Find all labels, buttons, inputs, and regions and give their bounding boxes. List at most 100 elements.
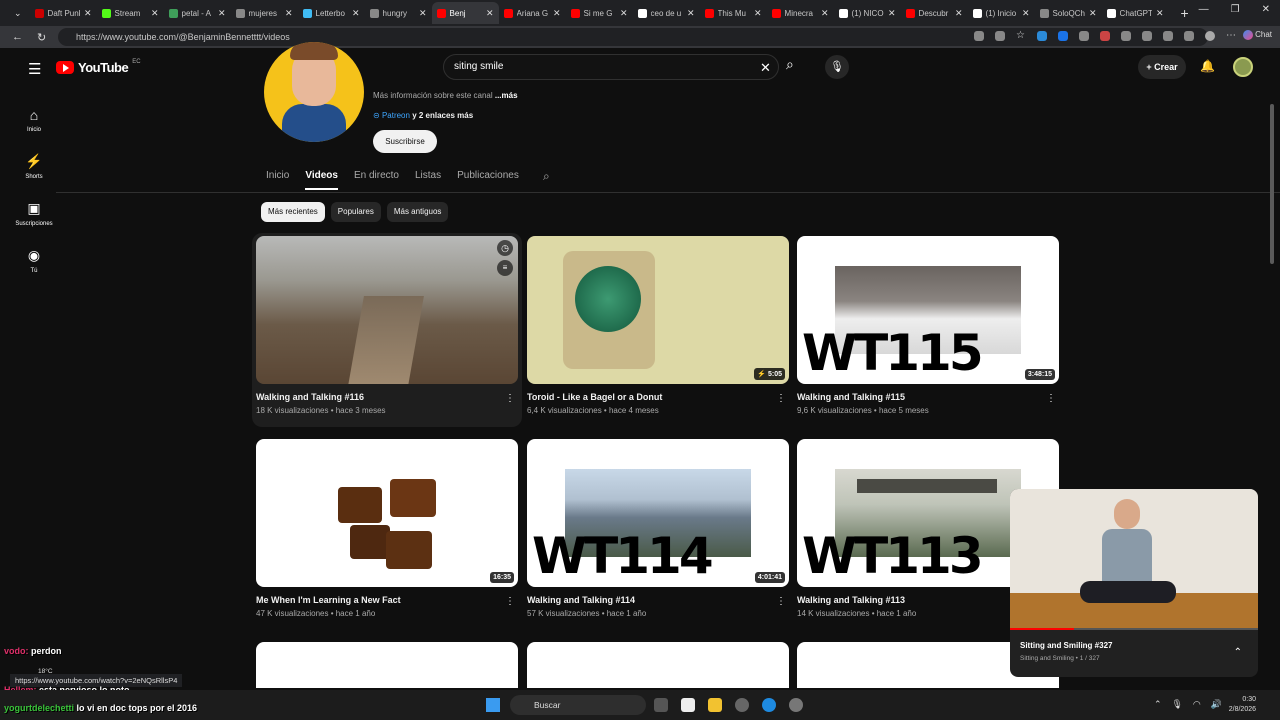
browser-tab[interactable]: SoloQCh ✕ (1035, 2, 1102, 24)
close-tab-icon[interactable]: ✕ (821, 8, 829, 19)
bookmark-star-icon[interactable]: ☆ (1016, 31, 1026, 41)
mic-tray-icon[interactable]: 🎙 (1171, 699, 1182, 710)
close-window-icon[interactable]: ✕ (1262, 4, 1270, 15)
tray-chevron-icon[interactable]: ⌃ (1154, 699, 1162, 710)
menu-icon[interactable]: ☰ (28, 60, 41, 78)
search-box[interactable]: siting smile ✕ (443, 54, 779, 80)
close-tab-icon[interactable]: ✕ (1156, 8, 1164, 19)
minimize-icon[interactable]: — (1199, 4, 1209, 15)
profile-icon[interactable] (1205, 31, 1215, 41)
browser-tab[interactable]: mujeres ✕ (231, 2, 298, 24)
sidebar-item-suscripciones[interactable]: ▣ Suscripciones (12, 190, 56, 237)
extension-icon[interactable] (974, 31, 984, 41)
video-title[interactable]: Walking and Talking #116 (256, 392, 518, 402)
close-tab-icon[interactable]: ✕ (151, 8, 159, 19)
sidebar-item-shorts[interactable]: ⚡ Shorts (12, 143, 56, 190)
close-tab-icon[interactable]: ✕ (754, 8, 762, 19)
browser-tab[interactable]: (1) NICO ✕ (834, 2, 901, 24)
maximize-icon[interactable]: ❐ (1231, 4, 1240, 15)
clear-search-icon[interactable]: ✕ (760, 60, 771, 76)
close-tab-icon[interactable]: ✕ (486, 8, 494, 19)
browser-tab[interactable]: This Mu ✕ (700, 2, 767, 24)
tab-videos[interactable]: Videos (305, 170, 338, 190)
watch-later-icon[interactable]: ◷ (497, 240, 513, 256)
create-button[interactable]: + Crear (1138, 55, 1186, 79)
add-to-queue-icon[interactable]: ≡ (497, 260, 513, 276)
miniplayer-title[interactable]: Sitting and Smiling #327 (1020, 641, 1112, 650)
close-tab-icon[interactable]: ✕ (888, 8, 896, 19)
video-thumbnail[interactable] (527, 642, 789, 688)
video-thumbnail[interactable]: WT114 4:01:41 (527, 439, 789, 587)
file-explorer-icon[interactable] (708, 698, 722, 712)
tab-listas[interactable]: Listas (415, 170, 441, 190)
search-icon[interactable]: ⌕ (786, 56, 794, 73)
video-card[interactable]: WT115 3:48:15 Walking and Talking #115 9… (797, 236, 1059, 415)
tab-inicio[interactable]: Inicio (266, 170, 289, 190)
browser-tab[interactable]: Daft Punk ✕ (30, 2, 97, 24)
browser-tab[interactable]: Minecra ✕ (767, 2, 834, 24)
video-thumbnail[interactable] (256, 642, 518, 688)
close-tab-icon[interactable]: ✕ (1089, 8, 1097, 19)
close-tab-icon[interactable]: ✕ (553, 8, 561, 19)
sort-chip[interactable]: Populares (330, 202, 381, 222)
extension-icon[interactable] (1079, 31, 1089, 41)
search-input[interactable]: siting smile (454, 61, 503, 72)
reload-icon[interactable]: ↻ (37, 31, 46, 44)
task-view-icon[interactable] (654, 698, 668, 712)
extension-icon[interactable] (1058, 31, 1068, 41)
browser-tab[interactable]: ceo de u ✕ (633, 2, 700, 24)
video-title[interactable]: Me When I'm Learning a New Fact (256, 595, 518, 605)
sidebar-item-inicio[interactable]: ⌂ Inicio (12, 96, 56, 143)
more-icon[interactable]: ⋯ (1226, 31, 1236, 41)
browser-tab[interactable]: hungry ✕ (365, 2, 432, 24)
extension-icon[interactable] (1121, 31, 1131, 41)
app-icon[interactable] (735, 698, 749, 712)
close-tab-icon[interactable]: ✕ (84, 8, 92, 19)
more-vert-icon[interactable]: ⋮ (776, 393, 786, 404)
taskbar-search[interactable]: Buscar (510, 695, 646, 715)
video-card[interactable]: 16:35 Me When I'm Learning a New Fact 47… (256, 439, 518, 618)
video-thumbnail[interactable]: WT115 3:48:15 (797, 236, 1059, 384)
miniplayer[interactable]: Sitting and Smiling #327 Sitting and Smi… (1010, 489, 1258, 677)
browser-tab[interactable]: Si me G ✕ (566, 2, 633, 24)
links-rest[interactable]: y 2 enlaces más (412, 111, 473, 120)
browser-tab[interactable]: ChatGPT ✕ (1102, 2, 1169, 24)
scrollbar[interactable] (1270, 104, 1274, 264)
chat-button[interactable]: Chat (1242, 30, 1272, 40)
close-tab-icon[interactable]: ✕ (419, 8, 427, 19)
more-link[interactable]: ...más (495, 91, 518, 100)
extension-icon[interactable] (1142, 31, 1152, 41)
youtube-logo[interactable]: YouTube EC (56, 59, 141, 75)
channel-more-info[interactable]: Más información sobre este canal ...más (373, 91, 518, 100)
tab-publicaciones[interactable]: Publicaciones (457, 170, 519, 190)
video-card[interactable]: WT114 4:01:41 Walking and Talking #114 5… (527, 439, 789, 618)
close-tab-icon[interactable]: ✕ (620, 8, 628, 19)
notifications-icon[interactable]: 🔔 (1200, 59, 1215, 73)
favorites-icon[interactable] (1184, 31, 1194, 41)
subscribe-button[interactable]: Suscribirse (373, 130, 437, 153)
video-card[interactable]: ⚡ 5:05 Toroid - Like a Bagel or a Donut … (527, 236, 789, 415)
more-vert-icon[interactable]: ⋮ (505, 596, 515, 607)
tab-list-icon[interactable]: ⌄ (14, 8, 22, 19)
close-tab-icon[interactable]: ✕ (687, 8, 695, 19)
chevron-up-icon[interactable]: ⌃ (1234, 647, 1242, 658)
video-thumbnail[interactable]: ⚡ 5:05 (527, 236, 789, 384)
new-tab-icon[interactable]: + (1181, 5, 1189, 21)
video-card[interactable]: ◷ ≡ Walking and Talking #116 18 K visual… (256, 236, 518, 415)
browser-tab[interactable]: Descubr ✕ (901, 2, 968, 24)
sort-chip[interactable]: Más recientes (261, 202, 325, 222)
avatar[interactable] (1233, 57, 1253, 77)
patreon-link[interactable]: Patreon (382, 111, 410, 120)
windows-start-icon[interactable] (486, 698, 500, 712)
app-icon[interactable] (789, 698, 803, 712)
tab-en-directo[interactable]: En directo (354, 170, 399, 190)
video-title[interactable]: Toroid - Like a Bagel or a Donut (527, 392, 789, 402)
puzzle-icon[interactable] (1163, 31, 1173, 41)
more-vert-icon[interactable]: ⋮ (1046, 393, 1056, 404)
video-thumbnail[interactable]: 16:35 (256, 439, 518, 587)
browser-tab[interactable]: petal - A ✕ (164, 2, 231, 24)
close-tab-icon[interactable]: ✕ (1022, 8, 1030, 19)
browser-tab[interactable]: Letterbo ✕ (298, 2, 365, 24)
clock[interactable]: 0:30 2/8/2026 (1229, 695, 1256, 715)
browser-tab[interactable]: Stream ✕ (97, 2, 164, 24)
